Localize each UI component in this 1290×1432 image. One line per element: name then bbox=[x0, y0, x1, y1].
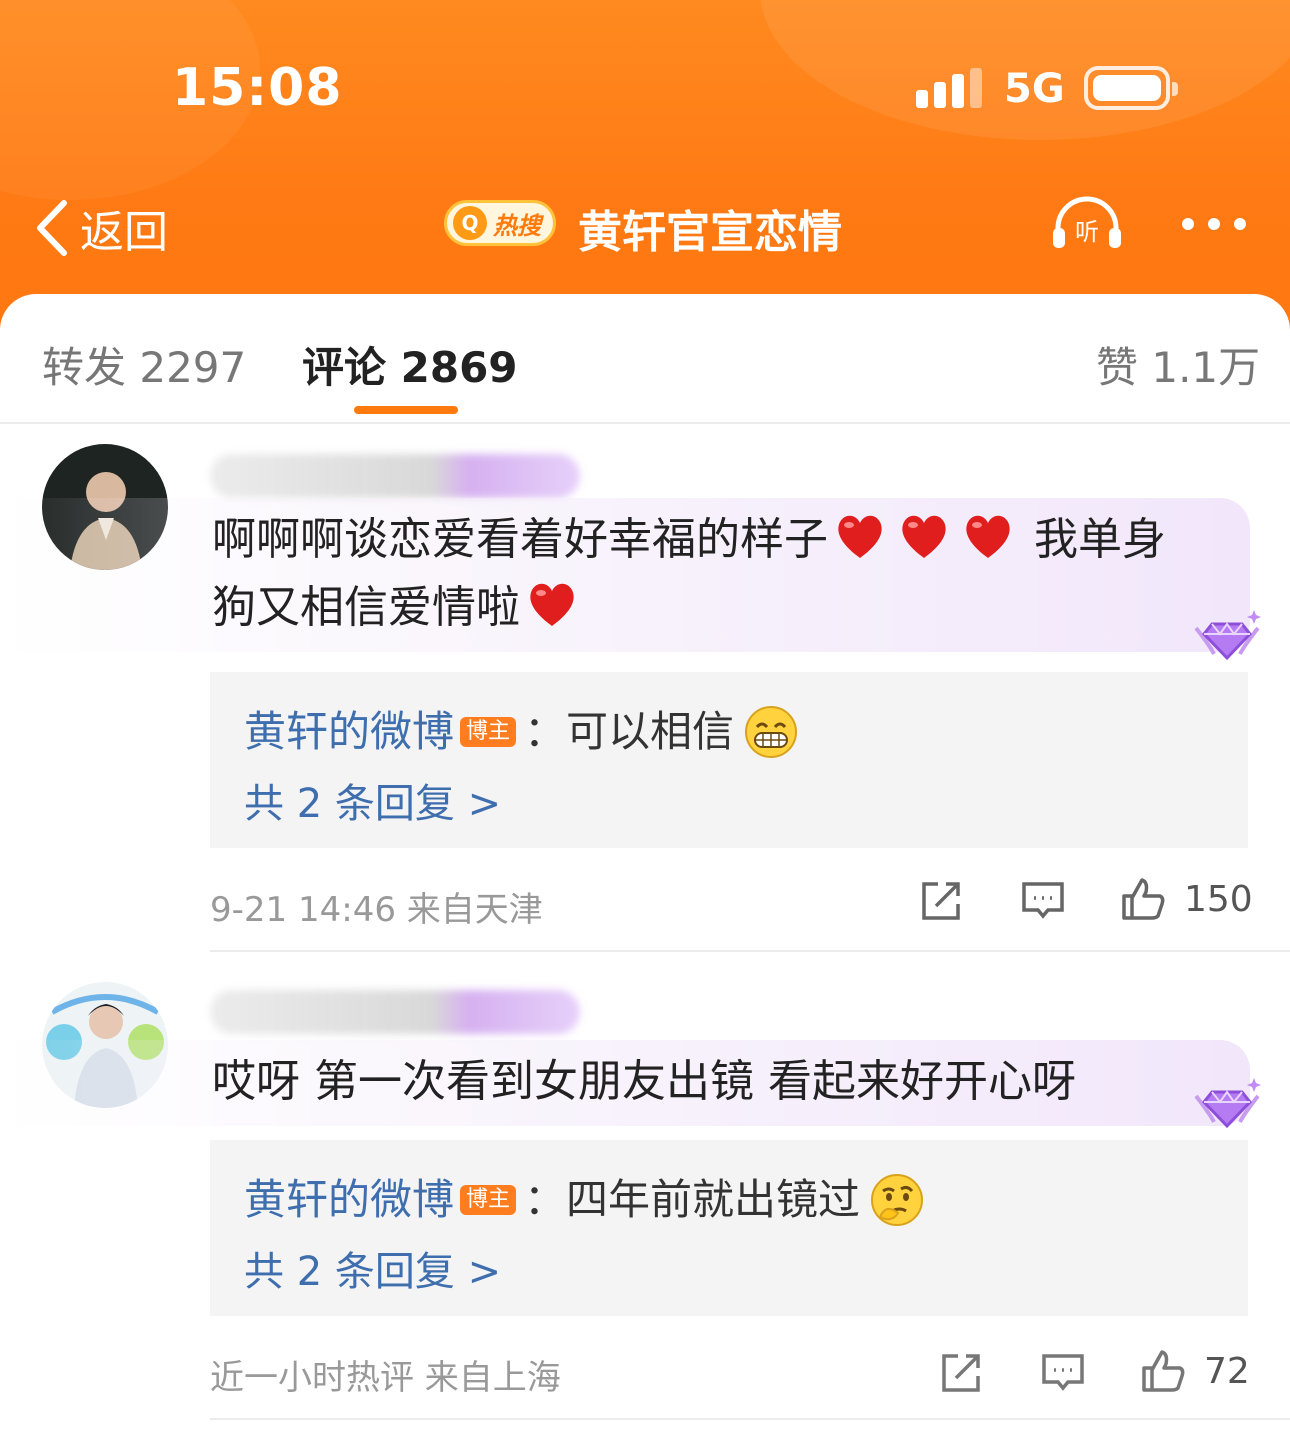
top-header: 15:08 5G 返回 Q 热搜 黄轩官宣恋情 听 bbox=[0, 0, 1290, 330]
share-button[interactable] bbox=[918, 878, 964, 924]
thumbs-up-icon bbox=[1142, 1350, 1185, 1392]
username-blurred[interactable] bbox=[210, 454, 580, 498]
status-time: 15:08 bbox=[172, 58, 343, 118]
network-label: 5G bbox=[1004, 66, 1065, 112]
signal-icon bbox=[916, 68, 982, 108]
thumbs-up-icon bbox=[1122, 878, 1165, 920]
back-label: 返回 bbox=[80, 207, 168, 258]
comment-text: 哎呀 第一次看到女朋友出镜 看起来好开心呀 bbox=[0, 1040, 1250, 1126]
reply-author-link[interactable]: 黄轩的微博 bbox=[244, 700, 454, 764]
battery-icon bbox=[1084, 66, 1178, 110]
comment-button[interactable] bbox=[1020, 878, 1066, 924]
comment-meta: 近一小时热评 来自上海 bbox=[210, 1358, 561, 1398]
reply-line: 黄轩的微博 博主 ：可以相信 bbox=[244, 700, 1214, 764]
tab-comments[interactable]: 评论 2869 bbox=[302, 334, 518, 395]
heart-emoji-icon bbox=[966, 515, 1010, 558]
comment-icon bbox=[1042, 1354, 1084, 1391]
page-title: 黄轩官宣恋情 bbox=[578, 207, 842, 258]
back-button[interactable]: 返回 bbox=[34, 196, 168, 260]
heart-emoji-icon bbox=[530, 583, 574, 626]
divider bbox=[210, 1418, 1290, 1420]
reply-text: 四年前就出镜过 bbox=[566, 1175, 861, 1224]
reply-line: 黄轩的微博 博主 ：四年前就出镜过 bbox=[244, 1168, 1214, 1232]
reply-count-link[interactable]: 共 2 条回复 > bbox=[244, 772, 1214, 836]
blogger-tag: 博主 bbox=[460, 1185, 517, 1215]
headphones-icon: 听 bbox=[1053, 196, 1121, 248]
heart-emoji-icon bbox=[902, 515, 946, 558]
tab-bar: 转发 2297 评论 2869 赞 1.1万 bbox=[0, 294, 1290, 424]
reply-text: 可以相信 bbox=[566, 707, 735, 756]
comment-button[interactable] bbox=[1040, 1350, 1086, 1396]
more-icon[interactable] bbox=[1182, 218, 1246, 230]
search-icon: Q bbox=[453, 206, 487, 240]
reply-count-link[interactable]: 共 2 条回复 > bbox=[244, 1240, 1214, 1304]
hot-search-label: 热搜 bbox=[493, 211, 541, 240]
diamond-badge-icon bbox=[1194, 1078, 1261, 1129]
share-icon bbox=[922, 882, 960, 920]
diamond-badge-icon bbox=[1194, 610, 1261, 661]
like-count: 72 bbox=[1204, 1350, 1250, 1392]
share-button[interactable] bbox=[938, 1350, 984, 1396]
reply-author-link[interactable]: 黄轩的微博 bbox=[244, 1168, 454, 1232]
share-icon bbox=[942, 1354, 980, 1392]
like-count: 150 bbox=[1184, 878, 1253, 920]
reply-box[interactable]: 黄轩的微博 博主 ：可以相信 共 2 条回复 > bbox=[210, 672, 1248, 848]
divider bbox=[210, 950, 1290, 952]
grin-emoji-icon bbox=[745, 706, 798, 758]
like-button[interactable]: 150 bbox=[1120, 876, 1253, 922]
blogger-tag: 博主 bbox=[460, 717, 517, 747]
comment-meta: 9-21 14:46 来自天津 bbox=[210, 890, 543, 930]
comment-icon bbox=[1022, 882, 1064, 919]
like-button[interactable]: 72 bbox=[1140, 1348, 1250, 1394]
username-blurred[interactable] bbox=[210, 990, 580, 1034]
reply-box[interactable]: 黄轩的微博 博主 ：四年前就出镜过 共 2 条回复 > bbox=[210, 1140, 1248, 1316]
tab-reposts[interactable]: 转发 2297 bbox=[42, 334, 246, 395]
active-tab-indicator bbox=[354, 406, 458, 414]
chevron-left-icon bbox=[37, 200, 67, 256]
thinking-emoji-icon bbox=[871, 1174, 924, 1226]
hot-search-badge[interactable]: Q 热搜 bbox=[444, 200, 556, 246]
comment-text: 啊啊啊谈恋爱看着好幸福的样子 我单身狗又相信爱情啦 bbox=[0, 498, 1250, 652]
heart-emoji-icon bbox=[838, 515, 882, 558]
tab-likes[interactable]: 赞 1.1万 bbox=[1096, 334, 1260, 395]
listen-button[interactable]: 听 bbox=[1050, 194, 1124, 250]
listen-label: 听 bbox=[1075, 218, 1099, 246]
